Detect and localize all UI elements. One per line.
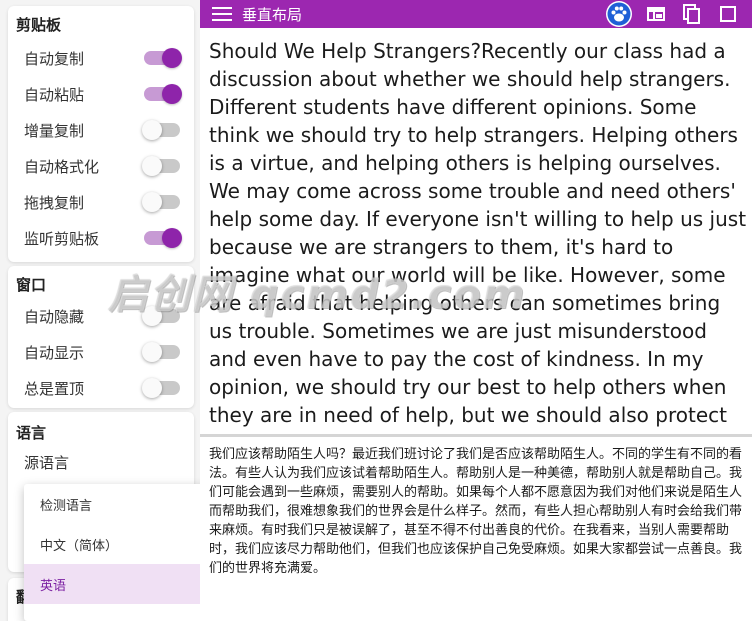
source-language-label: 源语言 xyxy=(24,453,70,472)
auto-paste-toggle[interactable] xyxy=(144,84,182,104)
toggle-row-auto-copy[interactable]: 自动复制 xyxy=(24,40,194,76)
auto-format-label: 自动格式化 xyxy=(24,157,100,176)
incremental-copy-toggle[interactable] xyxy=(142,120,180,140)
listen-clipboard-toggle[interactable] xyxy=(144,228,182,248)
grid-icon[interactable] xyxy=(646,0,666,28)
toggle-knob xyxy=(142,378,162,398)
auto-copy-toggle[interactable] xyxy=(144,48,182,68)
drag-copy-toggle[interactable] xyxy=(142,192,180,212)
toggle-row-auto-format[interactable]: 自动格式化 xyxy=(24,148,194,184)
translation-text-area[interactable]: 我们应该帮助陌生人吗？最近我们班讨论了我们是否应该帮助陌生人。不同的学生有不同的… xyxy=(200,437,752,621)
auto-copy-label: 自动复制 xyxy=(24,49,85,68)
source-language-dropdown[interactable]: 检测语言 中文（简体） 英语 xyxy=(24,484,212,621)
option-detect-language[interactable]: 检测语言 xyxy=(24,484,212,524)
toggle-row-always-on-top[interactable]: 总是置顶 xyxy=(24,370,194,406)
always-on-top-toggle[interactable] xyxy=(142,378,180,398)
top-app-bar: 垂直布局 xyxy=(200,0,752,28)
toggle-knob xyxy=(142,156,162,176)
source-language-row[interactable]: 源语言 xyxy=(24,444,194,480)
toggle-knob xyxy=(162,228,182,248)
window-section-title: 窗口 xyxy=(16,276,47,294)
auto-hide-label: 自动隐藏 xyxy=(24,307,85,326)
toggle-row-listen-clipboard[interactable]: 监听剪贴板 xyxy=(24,220,194,256)
source-text[interactable]: Should We Help Strangers?Recently our cl… xyxy=(209,37,749,434)
layout-title: 垂直布局 xyxy=(242,5,303,24)
window-settings-card: 窗口 自动隐藏 自动显示 总是置顶 xyxy=(8,266,194,408)
square-icon[interactable] xyxy=(718,0,738,28)
app-window: 剪贴板 自动复制 自动粘贴 增量复制 自动格式化 拖拽复制 监听剪贴板 窗口 自… xyxy=(0,0,752,621)
language-section-title: 语言 xyxy=(16,424,47,442)
toggle-row-incremental-copy[interactable]: 增量复制 xyxy=(24,112,194,148)
toggle-knob xyxy=(142,120,162,140)
toggle-row-drag-copy[interactable]: 拖拽复制 xyxy=(24,184,194,220)
toggle-knob xyxy=(142,306,162,326)
menu-icon[interactable] xyxy=(212,7,232,21)
option-english[interactable]: 英语 xyxy=(24,564,212,604)
drag-copy-label: 拖拽复制 xyxy=(24,193,85,212)
option-chinese-simplified[interactable]: 中文（简体） xyxy=(24,524,212,564)
toggle-knob xyxy=(162,48,182,68)
toggle-row-auto-paste[interactable]: 自动粘贴 xyxy=(24,76,194,112)
translation-text[interactable]: 我们应该帮助陌生人吗？最近我们班讨论了我们是否应该帮助陌生人。不同的学生有不同的… xyxy=(209,445,751,578)
incremental-copy-label: 增量复制 xyxy=(24,121,85,140)
toggle-knob xyxy=(162,84,182,104)
toggle-row-auto-show[interactable]: 自动显示 xyxy=(24,334,194,370)
auto-paste-label: 自动粘贴 xyxy=(24,85,85,104)
auto-show-label: 自动显示 xyxy=(24,343,85,362)
auto-hide-toggle[interactable] xyxy=(142,306,180,326)
copy-icon[interactable] xyxy=(682,0,702,28)
paw-icon[interactable] xyxy=(604,0,634,28)
toggle-row-auto-hide[interactable]: 自动隐藏 xyxy=(24,298,194,334)
auto-show-toggle[interactable] xyxy=(142,342,180,362)
listen-clipboard-label: 监听剪贴板 xyxy=(24,229,100,248)
always-on-top-label: 总是置顶 xyxy=(24,379,85,398)
clipboard-section-title: 剪贴板 xyxy=(16,16,62,34)
clipboard-settings-card: 剪贴板 自动复制 自动粘贴 增量复制 自动格式化 拖拽复制 监听剪贴板 xyxy=(8,6,194,262)
toggle-knob xyxy=(142,342,162,362)
source-text-area[interactable]: Should We Help Strangers?Recently our cl… xyxy=(200,28,752,434)
auto-format-toggle[interactable] xyxy=(142,156,180,176)
toggle-knob xyxy=(142,192,162,212)
